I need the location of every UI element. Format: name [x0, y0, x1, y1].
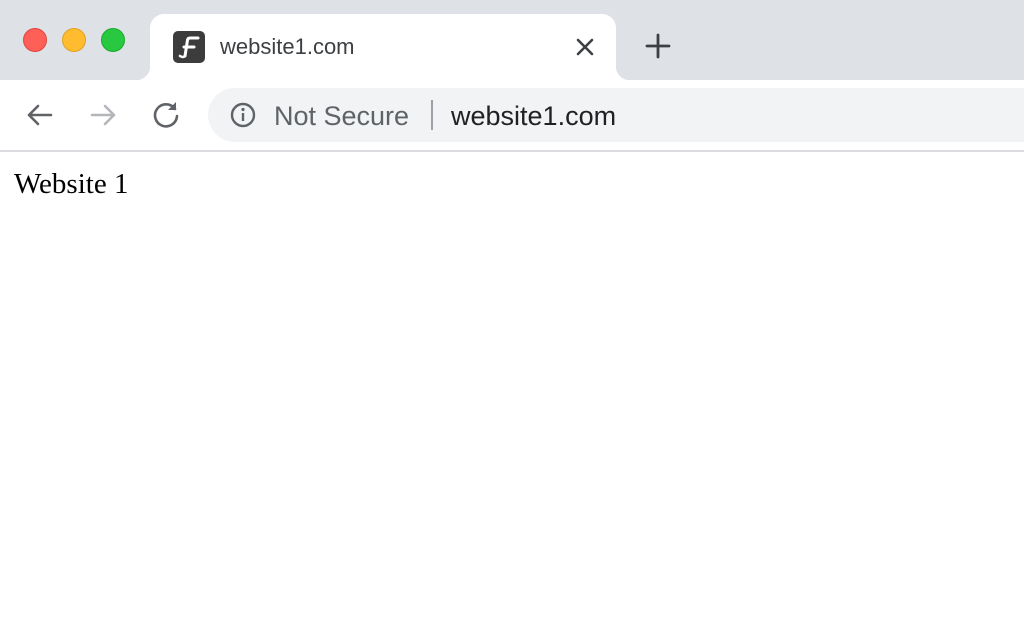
info-icon[interactable]: [230, 102, 256, 128]
arrow-right-icon[interactable]: [87, 99, 119, 131]
reload-icon[interactable]: [150, 99, 182, 131]
plus-icon[interactable]: [644, 32, 672, 60]
f-logo-icon: [173, 31, 205, 63]
arrow-left-icon[interactable]: [24, 99, 56, 131]
page-content: Website 1: [0, 152, 1024, 627]
browser-tab[interactable]: website1.com: [136, 14, 630, 80]
address-bar[interactable]: Not Secure website1.com: [208, 88, 1024, 142]
close-icon[interactable]: [572, 34, 598, 60]
security-label: Not Secure: [274, 101, 410, 131]
window-maximize-button[interactable]: [101, 28, 125, 52]
window-close-button[interactable]: [23, 28, 47, 52]
browser-toolbar: Not Secure website1.com: [0, 80, 1024, 152]
page-heading: Website 1: [14, 168, 129, 200]
title-bar: website1.com: [0, 0, 1024, 80]
omnibox-divider: [431, 100, 433, 130]
url-text[interactable]: website1.com: [451, 101, 616, 131]
window-minimize-button[interactable]: [62, 28, 86, 52]
tab-title: website1.com: [220, 34, 355, 59]
